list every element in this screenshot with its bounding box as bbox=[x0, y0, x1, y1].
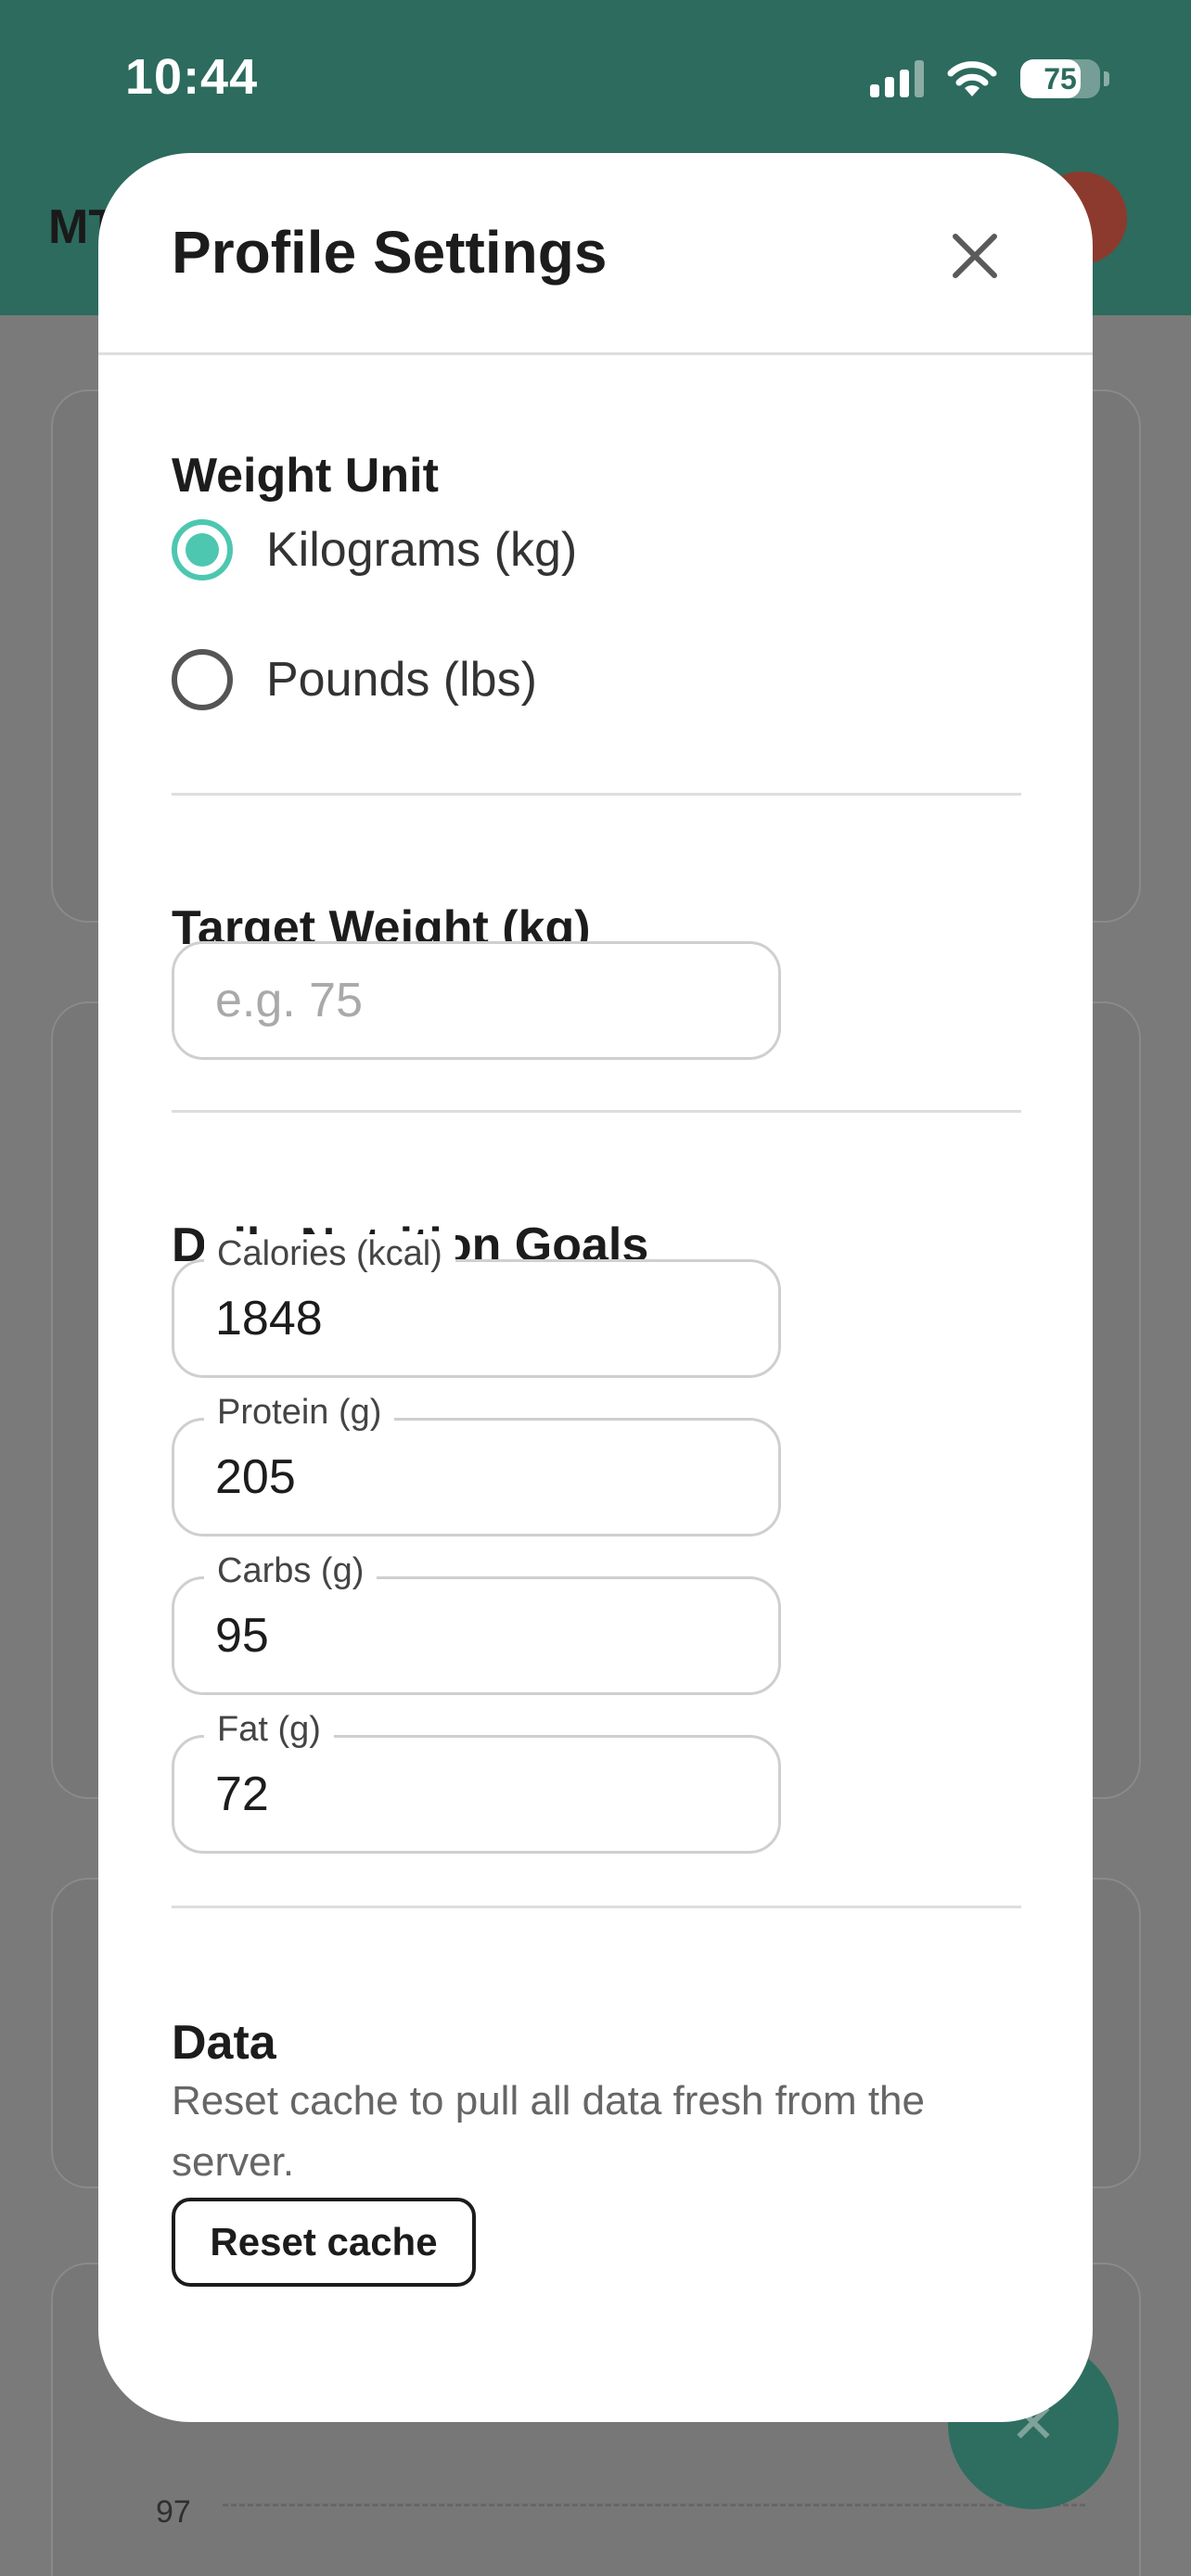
chart-tick-label: 97 bbox=[156, 2494, 191, 2530]
battery-percent: 75 bbox=[1044, 61, 1077, 96]
reset-cache-button[interactable]: Reset cache bbox=[172, 2198, 476, 2287]
battery-tip bbox=[1104, 71, 1109, 86]
data-description: Reset cache to pull all data fresh from … bbox=[172, 2078, 925, 2185]
radio-button[interactable] bbox=[172, 519, 233, 580]
profile-settings-modal: Profile Settings Weight Unit Kilograms (… bbox=[98, 153, 1093, 2422]
protein-label: Protein (g) bbox=[204, 1393, 395, 1433]
battery-icon: 75 bbox=[1020, 59, 1100, 98]
calories-field[interactable]: Calories (kcal) bbox=[172, 1234, 781, 1378]
modal-title: Profile Settings bbox=[172, 219, 608, 286]
calories-input[interactable] bbox=[174, 1262, 778, 1375]
section-divider bbox=[172, 793, 1021, 796]
radio-label: Pounds (lbs) bbox=[266, 653, 537, 707]
radio-kilograms[interactable]: Kilograms (kg) bbox=[172, 519, 577, 580]
close-icon bbox=[953, 234, 997, 278]
radio-dot bbox=[186, 533, 219, 567]
radio-pounds[interactable]: Pounds (lbs) bbox=[172, 649, 537, 710]
fat-label: Fat (g) bbox=[204, 1710, 334, 1750]
target-weight-field[interactable] bbox=[172, 941, 781, 1060]
data-title: Data bbox=[172, 2016, 276, 2070]
wifi-icon bbox=[947, 61, 997, 96]
status-time: 10:44 bbox=[125, 49, 259, 105]
modal-header: Profile Settings bbox=[98, 153, 1093, 355]
section-divider bbox=[172, 1906, 1021, 1908]
protein-input[interactable] bbox=[174, 1421, 778, 1534]
target-weight-input[interactable] bbox=[174, 944, 778, 1057]
fat-field[interactable]: Fat (g) bbox=[172, 1710, 781, 1854]
weight-unit-title: Weight Unit bbox=[172, 449, 439, 503]
radio-label: Kilograms (kg) bbox=[266, 523, 578, 577]
radio-button[interactable] bbox=[172, 649, 233, 710]
section-divider bbox=[172, 1110, 1021, 1113]
close-button[interactable] bbox=[933, 214, 1017, 298]
calories-label: Calories (kcal) bbox=[204, 1234, 455, 1274]
screen: 10:44 75 MT 97 ✕ Profile Settings Weight… bbox=[0, 0, 1191, 2576]
status-icons: 75 bbox=[870, 56, 1109, 102]
fat-input[interactable] bbox=[174, 1738, 778, 1851]
protein-field[interactable]: Protein (g) bbox=[172, 1393, 781, 1537]
carbs-label: Carbs (g) bbox=[204, 1551, 378, 1591]
chart-gridline bbox=[223, 2504, 1085, 2506]
cellular-signal-icon bbox=[870, 60, 924, 97]
carbs-input[interactable] bbox=[174, 1579, 778, 1692]
carbs-field[interactable]: Carbs (g) bbox=[172, 1551, 781, 1695]
